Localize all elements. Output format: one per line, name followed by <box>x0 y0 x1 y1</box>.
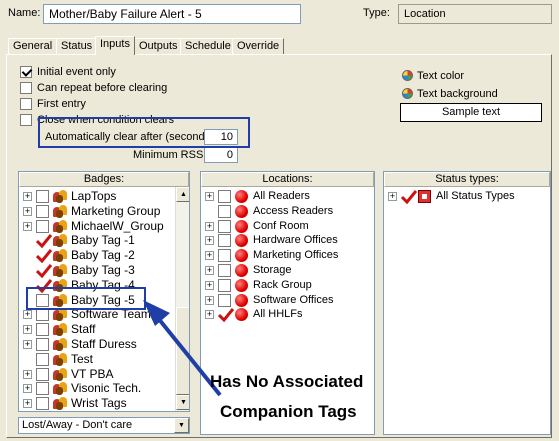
annotation-line-1: Has No Associated <box>210 372 364 391</box>
arrow-head <box>143 300 170 326</box>
annotation-line-2: Companion Tags <box>220 402 357 421</box>
tab-inputs[interactable]: Inputs <box>95 36 135 55</box>
